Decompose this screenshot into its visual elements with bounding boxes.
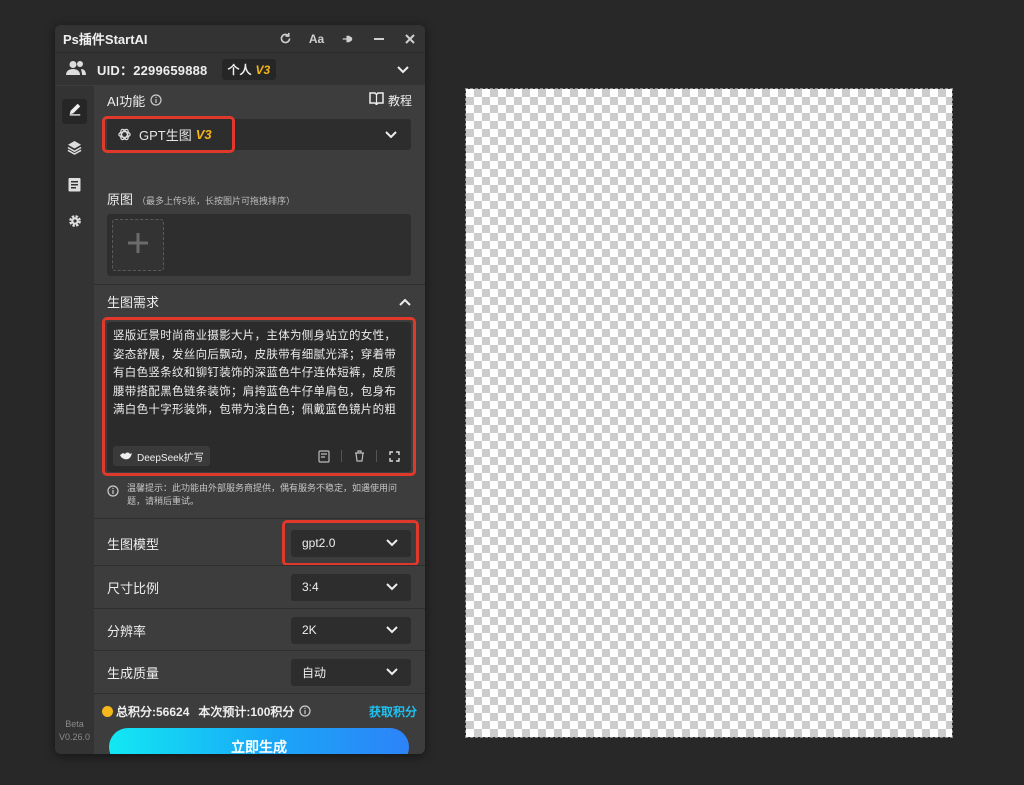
layers-icon: [67, 140, 82, 160]
points-bar: 总积分:56624 本次预计:100积分 获取积分: [102, 702, 417, 720]
ratio-value: 3:4: [302, 580, 319, 594]
info-icon: [107, 485, 119, 508]
sidebar-item-generate[interactable]: [62, 99, 87, 124]
ratio-row: 尺寸比例 3:4: [94, 566, 425, 608]
divider: [94, 693, 425, 694]
quality-select[interactable]: 自动: [291, 658, 411, 686]
divider: [94, 518, 425, 519]
openai-icon: [117, 127, 132, 142]
sidebar-item-settings[interactable]: [62, 211, 87, 236]
plan-name: 个人: [227, 62, 252, 77]
model-select[interactable]: gpt2.0: [291, 529, 411, 557]
quality-row: 生成质量 自动: [94, 651, 425, 693]
original-image-label: 原图 （最多上传5张，长按图片可拖拽排序）: [107, 189, 295, 208]
prompt-textarea[interactable]: 竖版近景时尚商业摄影大片，主体为侧身站立的女性，姿态舒展，发丝向后飘动，皮肤带有…: [107, 322, 411, 472]
get-points-link[interactable]: 获取积分: [369, 703, 417, 720]
resolution-select[interactable]: 2K: [291, 616, 411, 644]
ratio-label: 尺寸比例: [107, 580, 160, 596]
transparent-canvas[interactable]: [465, 88, 953, 738]
divider: [94, 284, 425, 285]
model-value: gpt2.0: [302, 536, 336, 550]
startai-panel: Ps插件StartAI Aa UID：2299659888 个人 V3 Beta…: [55, 25, 425, 754]
info-icon[interactable]: [299, 705, 312, 717]
version-info: Beta V0.26.0: [55, 718, 94, 744]
close-icon[interactable]: [394, 25, 425, 52]
notice: 温馨提示：此功能由外部服务商提供，偶有服务不稳定，如遇使用问题，请稍后重试。: [107, 482, 413, 508]
plan-version-badge: V3: [255, 62, 271, 77]
notice-text: 温馨提示：此功能由外部服务商提供，偶有服务不稳定，如遇使用问题，请稍后重试。: [127, 483, 398, 506]
version-stage: Beta: [65, 719, 84, 729]
pencil-icon: [68, 102, 82, 121]
title-bar: Ps插件StartAI Aa: [55, 25, 425, 52]
chevron-down-icon: [386, 623, 398, 637]
chevron-down-icon: [386, 580, 398, 594]
clipboard-icon: [68, 177, 81, 197]
ai-function-value: GPT生图: [139, 128, 192, 143]
prompt-text[interactable]: 竖版近景时尚商业摄影大片，主体为侧身站立的女性，姿态舒展，发丝向后飘动，皮肤带有…: [113, 327, 405, 419]
template-icon[interactable]: [313, 446, 335, 466]
chevron-down-icon: [386, 536, 398, 550]
info-icon[interactable]: [150, 94, 162, 106]
plan-badge: 个人 V3: [221, 58, 277, 80]
requirement-header[interactable]: 生图需求: [107, 291, 411, 311]
resolution-row: 分辨率 2K: [94, 609, 425, 651]
trash-icon[interactable]: [348, 446, 370, 466]
sidebar-item-notes[interactable]: [62, 174, 87, 199]
window-title: Ps插件StartAI: [63, 32, 148, 47]
gear-icon: [68, 214, 82, 233]
requirement-label: 生图需求: [107, 294, 160, 310]
tutorial-label: 教程: [387, 93, 412, 108]
user-bar[interactable]: UID：2299659888 个人 V3: [55, 52, 425, 85]
quality-value: 自动: [302, 665, 327, 680]
user-id: UID：2299659888: [97, 62, 208, 78]
resolution-value: 2K: [302, 623, 317, 637]
users-icon: [66, 60, 86, 79]
main-content: AI功能 教程 GPT生图 V3 原图 （最多上传5张，长按图片可拖拽排序） 生…: [94, 86, 425, 754]
expand-icon[interactable]: [383, 446, 405, 466]
estimated-points: 本次预计:100积分: [198, 704, 295, 719]
version-number: V0.26.0: [58, 732, 91, 742]
ai-function-header: AI功能 教程: [94, 86, 425, 114]
book-icon: [369, 92, 384, 108]
ai-function-select[interactable]: GPT生图 V3: [107, 119, 411, 150]
quality-label: 生成质量: [107, 665, 160, 681]
original-image-title: 原图: [107, 192, 134, 207]
chevron-up-icon: [399, 294, 411, 309]
chevron-down-icon[interactable]: [397, 62, 409, 77]
original-image-hint: （最多上传5张，长按图片可拖拽排序）: [137, 196, 296, 206]
chevron-down-icon: [386, 665, 398, 679]
model-row: 生图模型 gpt2.0: [94, 522, 425, 564]
function-version-badge: V3: [195, 127, 212, 142]
total-points: 总积分:56624: [116, 704, 190, 719]
prompt-tools-right: [307, 446, 405, 466]
deepseek-label: DeepSeek扩写: [137, 452, 204, 464]
tool-separator: [376, 450, 377, 462]
coin-icon: [102, 705, 113, 717]
plus-icon: [127, 232, 149, 259]
font-size-button[interactable]: Aa: [301, 25, 332, 52]
upload-button[interactable]: [112, 219, 164, 271]
chevron-down-icon: [385, 127, 397, 142]
image-upload-area: [107, 214, 411, 276]
ai-function-label: AI功能: [107, 93, 146, 109]
minimize-icon[interactable]: [363, 25, 394, 52]
ratio-select[interactable]: 3:4: [291, 573, 411, 601]
refresh-icon[interactable]: [270, 25, 301, 52]
sidebar: Beta V0.26.0: [55, 86, 94, 754]
sidebar-item-layers[interactable]: [62, 137, 87, 162]
tool-separator: [341, 450, 342, 462]
resolution-label: 分辨率: [107, 623, 147, 639]
pin-icon[interactable]: [332, 25, 363, 52]
whale-icon: [119, 451, 132, 461]
deepseek-expand-button[interactable]: DeepSeek扩写: [113, 446, 210, 466]
prompt-toolbar: DeepSeek扩写: [113, 445, 405, 467]
tutorial-link[interactable]: 教程: [369, 92, 412, 109]
model-label: 生图模型: [107, 536, 160, 552]
generate-button[interactable]: 立即生成: [109, 728, 409, 754]
